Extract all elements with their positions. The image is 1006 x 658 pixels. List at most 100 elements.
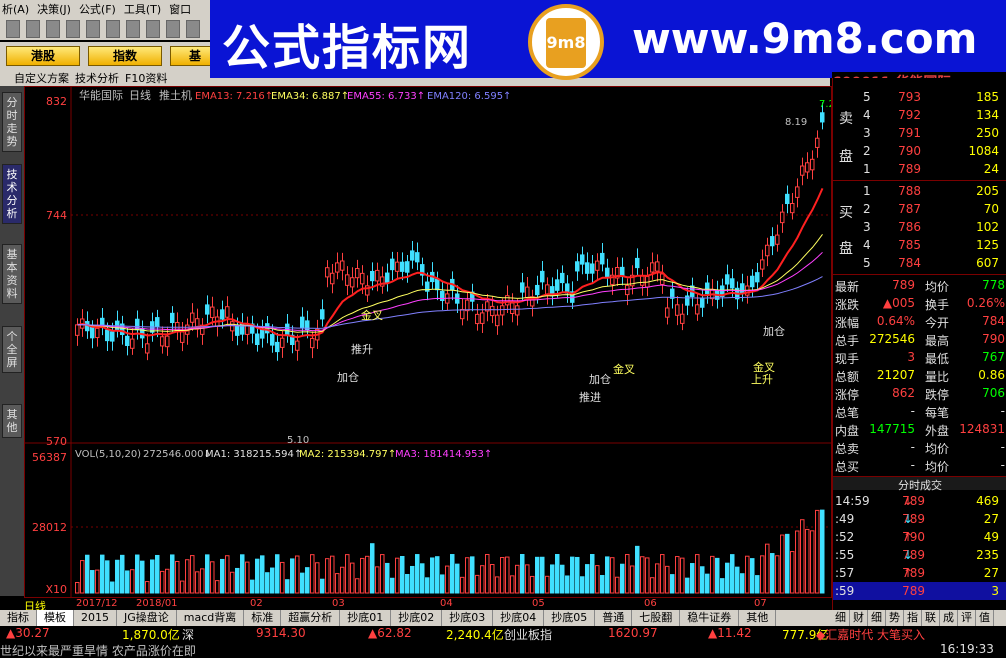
candle-body — [755, 272, 760, 283]
left-tab-fundamentals[interactable]: 基本资料 — [2, 244, 22, 304]
indicator-tab[interactable]: 超赢分析 — [281, 610, 341, 626]
menu-item[interactable]: 析(A) — [2, 1, 29, 17]
buy-label: 盘 — [839, 241, 853, 257]
indicator-tab[interactable]: 模板 — [37, 610, 74, 626]
top-right-label: 7.2 — [819, 99, 831, 110]
left-tab-intraday[interactable]: 分时走势 — [2, 92, 22, 152]
volume-bar — [185, 559, 190, 594]
candle-body — [350, 277, 355, 288]
candle-body — [675, 304, 680, 316]
quote-row: 1 789 24 — [833, 160, 1006, 178]
indicator-tab[interactable]: 指标 — [0, 610, 37, 626]
indicator-tab[interactable]: 抄底03 — [442, 610, 494, 626]
tick-dir: ↑ — [903, 566, 914, 580]
indicator-tab[interactable]: macd背离 — [177, 610, 245, 626]
quote-value: - — [1000, 440, 1005, 454]
volume-bar — [430, 557, 435, 594]
volume-bar — [555, 554, 560, 594]
hk-stock-button[interactable]: 港股 — [6, 46, 80, 66]
volume-bar — [480, 565, 485, 594]
tick-price: 789 — [902, 584, 925, 598]
quote-key: 最新 — [835, 280, 860, 294]
quote-key: 总笔 — [835, 406, 860, 420]
date-tick: 2017/12 — [76, 598, 118, 609]
candle-body — [650, 262, 655, 273]
volume-bar — [440, 574, 445, 594]
quote-key: 涨幅 — [835, 316, 860, 330]
indicator-tab[interactable]: JG操盘论 — [117, 610, 177, 626]
quote-value: 0.86 — [978, 368, 1005, 382]
level-num: 4 — [863, 108, 871, 122]
quote-value: - — [1000, 458, 1005, 472]
menu-item[interactable]: 工具(T) — [124, 1, 161, 17]
index-button[interactable]: 指数 — [88, 46, 162, 66]
volume-bar — [120, 554, 125, 594]
tab-f10[interactable]: F10资料 — [125, 70, 167, 86]
volume-bar — [495, 576, 500, 594]
volume-bar — [225, 555, 230, 594]
toolbar-icon[interactable] — [66, 20, 80, 38]
indicator-tab[interactable]: 2015 — [74, 610, 117, 626]
toolbar-icon[interactable] — [6, 20, 20, 38]
indicator-tab[interactable]: 普通 — [595, 610, 633, 626]
volume-bar — [320, 578, 325, 594]
indicator-tab[interactable]: 抄底01 — [340, 610, 392, 626]
candle-body — [105, 329, 110, 342]
sell-price: 790 — [898, 144, 921, 158]
tab-technical[interactable]: 技术分析 — [75, 70, 119, 86]
quote-value: - — [1000, 404, 1005, 418]
quote-tab[interactable]: 细 — [868, 610, 886, 626]
indicator-tab[interactable]: 其他 — [739, 610, 777, 626]
kline-chart-panel[interactable]: 832 744 570 56387 28012 X10 华能国际 日线 推土机 … — [24, 86, 835, 598]
quote-tab[interactable]: 指 — [904, 610, 922, 626]
volume-bar — [730, 554, 735, 594]
toolbar-icon[interactable] — [106, 20, 120, 38]
left-tab-technical[interactable]: 技术分析 — [2, 164, 22, 224]
volume-bar — [345, 554, 350, 594]
candle-body — [145, 343, 150, 354]
volume-bar — [200, 568, 205, 594]
quote-row: 14:59 789 ↓ 469 — [833, 492, 1006, 510]
volume-bar — [665, 565, 670, 594]
quote-tab[interactable]: 势 — [886, 610, 904, 626]
quote-tab[interactable]: 联 — [922, 610, 940, 626]
ticker-text[interactable]: 世纪以来最严重旱情 农产品涨价在即 — [0, 642, 196, 658]
volume-bar — [550, 564, 555, 594]
toolbar-icon[interactable] — [186, 20, 200, 38]
indicator-tab[interactable]: 抄底05 — [544, 610, 596, 626]
candle-body — [205, 304, 210, 315]
toolbar-icon[interactable] — [46, 20, 60, 38]
indicator-tab[interactable]: 稳牛证券 — [680, 610, 740, 626]
toolbar-icon[interactable] — [86, 20, 100, 38]
annotation: 金叉 — [361, 308, 383, 322]
annotation: 加仓 — [589, 372, 611, 386]
volume-bar — [370, 543, 375, 594]
left-tab-other[interactable]: 其他 — [2, 404, 22, 438]
menu-item[interactable]: 公式(F) — [79, 1, 116, 17]
indicator-tab[interactable]: 标准 — [244, 610, 282, 626]
menu-item[interactable]: 决策(J) — [37, 1, 71, 17]
quote-tab[interactable]: 成 — [940, 610, 958, 626]
ema13-legend: EMA13: 7.216↑ — [195, 91, 273, 102]
tab-custom[interactable]: 自定义方案 — [14, 70, 69, 86]
quote-row: 总卖 - 均价 - — [833, 438, 1006, 456]
indicator-tab[interactable]: 七股翻 — [632, 610, 681, 626]
quote-row: :52 790 ↑ 49 — [833, 528, 1006, 546]
toolbar-icon[interactable] — [146, 20, 160, 38]
left-tab-fullscreen[interactable]: 个全屏 — [2, 326, 22, 373]
volume-bar — [705, 573, 710, 594]
volume-bar — [170, 554, 175, 594]
toolbar-icon[interactable] — [26, 20, 40, 38]
menu-item[interactable]: 窗口 — [169, 1, 191, 17]
toolbar-icon[interactable] — [126, 20, 140, 38]
status-item: ◆汇嘉时代 大笔买入 — [816, 628, 926, 642]
indicator-tab[interactable]: 抄底04 — [493, 610, 545, 626]
tick-volume: 469 — [976, 494, 999, 508]
toolbar-icon[interactable] — [166, 20, 180, 38]
indicator-tab[interactable]: 抄底02 — [391, 610, 443, 626]
quote-tab[interactable]: 细 — [832, 610, 850, 626]
quote-tab[interactable]: 值 — [976, 610, 994, 626]
vol-ma2: MA2: 215394.797↑ — [299, 449, 396, 460]
quote-tab[interactable]: 评 — [958, 610, 976, 626]
quote-tab[interactable]: 财 — [850, 610, 868, 626]
